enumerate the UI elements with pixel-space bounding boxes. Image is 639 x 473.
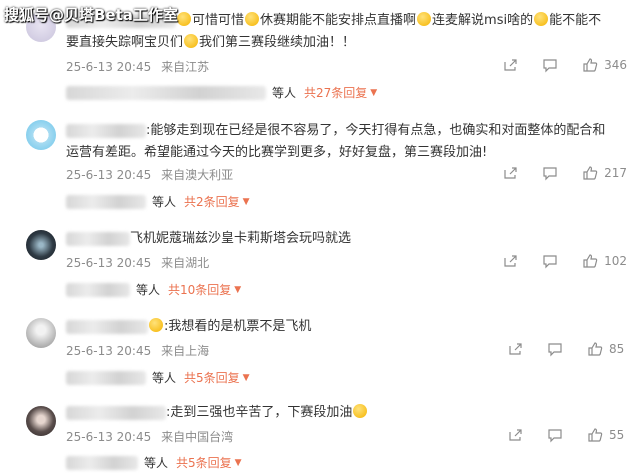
avatar[interactable] [26, 120, 56, 150]
reply-summary: 等人 共10条回复 ▼ [66, 281, 241, 298]
timestamp: 25-6-13 20:45 [66, 344, 152, 358]
location: 来自湖北 [161, 256, 210, 270]
comment-body: 飞机妮蔻瑞兹沙皇卡莉斯塔会玩吗就选 [130, 231, 352, 246]
comment-item: :走到三强也辛苦了，下赛段加油 25-6-13 20:45 来自中国台湾 55 … [0, 394, 639, 473]
view-replies-link[interactable]: 共27条回复 [304, 84, 367, 101]
emoji-icon [353, 404, 368, 418]
share-icon[interactable] [507, 341, 523, 357]
like-count: 102 [604, 254, 627, 268]
comment-actions: 55 [483, 427, 627, 443]
comment-actions: 85 [483, 341, 627, 357]
comment-icon[interactable] [547, 341, 563, 357]
username-blurred[interactable] [66, 123, 146, 138]
username-blurred[interactable] [66, 231, 130, 246]
comment-meta: 25-6-13 20:45 来自江苏 [66, 58, 209, 75]
avatar[interactable] [26, 406, 56, 436]
timestamp: 25-6-13 20:45 [66, 256, 152, 270]
comment-item: 飞机妮蔻瑞兹沙皇卡莉斯塔会玩吗就选 25-6-13 20:45 来自湖北 102… [0, 218, 639, 306]
comment-icon[interactable] [542, 165, 558, 181]
timestamp: 25-6-13 20:45 [66, 430, 152, 444]
share-icon[interactable] [502, 253, 518, 269]
like-icon[interactable] [587, 427, 603, 443]
reply-who: 等人 [152, 371, 177, 385]
reply-summary: 等人 共5条回复 ▼ [66, 369, 250, 386]
comment-body: :能够走到现在已经是很不容易了，今天打得有点急，也确实和对面整体的配合和运营有差… [66, 123, 606, 160]
comment-body: :走到三强也辛苦了，下赛段加油 [166, 405, 353, 420]
comment-actions: 217 [478, 165, 627, 181]
comment-item: :能够走到现在已经是很不容易了，今天打得有点急，也确实和对面整体的配合和运营有差… [0, 108, 639, 218]
emoji-icon [184, 34, 199, 48]
avatar[interactable] [26, 318, 56, 348]
like-count: 85 [609, 342, 625, 356]
comment-icon[interactable] [547, 427, 563, 443]
like-icon[interactable] [582, 253, 598, 269]
comment-text-part: 我们第三赛段继续加油！！ [199, 35, 356, 50]
comment-meta: 25-6-13 20:45 来自湖北 [66, 254, 209, 271]
reply-who: 等人 [136, 283, 161, 297]
comment-text-part: 可惜可惜 [192, 13, 245, 28]
comment-meta: 25-6-13 20:45 来自中国台湾 [66, 428, 233, 445]
emoji-icon [177, 12, 191, 26]
comment-text: :走到三强也辛苦了，下赛段加油 [66, 402, 613, 424]
emoji-icon [245, 12, 260, 26]
comment-text: :能够走到现在已经是很不容易了，今天打得有点急，也确实和对面整体的配合和运营有差… [66, 120, 613, 164]
reply-users-blurred[interactable] [66, 85, 266, 100]
reply-summary: 等人 共27条回复 ▼ [66, 84, 377, 101]
view-replies-link[interactable]: 共5条回复 [184, 369, 240, 386]
timestamp: 25-6-13 20:45 [66, 60, 152, 74]
location: 来自澳大利亚 [161, 168, 234, 182]
reply-summary: 等人 共5条回复 ▼ [66, 454, 242, 471]
username-blurred[interactable] [66, 405, 166, 420]
share-icon[interactable] [502, 57, 518, 73]
reply-who: 等人 [272, 86, 297, 100]
reply-who: 等人 [152, 195, 177, 209]
avatar[interactable] [26, 230, 56, 260]
comment-actions: 102 [478, 253, 627, 269]
view-replies-link[interactable]: 共5条回复 [176, 454, 232, 471]
view-replies-link[interactable]: 共2条回复 [184, 193, 240, 210]
comment-icon[interactable] [542, 253, 558, 269]
chevron-down-icon[interactable]: ▼ [370, 88, 377, 98]
emoji-icon [149, 318, 163, 332]
like-icon[interactable] [582, 165, 598, 181]
share-icon[interactable] [507, 427, 523, 443]
comment-meta: 25-6-13 20:45 来自上海 [66, 342, 209, 359]
comment-text-part: 连麦解说msi啥的 [432, 13, 534, 28]
reply-users-blurred[interactable] [66, 194, 146, 209]
chevron-down-icon[interactable]: ▼ [234, 285, 241, 295]
share-icon[interactable] [502, 165, 518, 181]
chevron-down-icon[interactable]: ▼ [235, 458, 242, 468]
view-replies-link[interactable]: 共10条回复 [168, 281, 231, 298]
location: 来自江苏 [161, 60, 210, 74]
emoji-icon [417, 12, 432, 26]
reply-who: 等人 [144, 456, 169, 470]
like-icon[interactable] [582, 57, 598, 73]
reply-users-blurred[interactable] [66, 455, 138, 470]
comment-text: :我想看的是机票不是飞机 [66, 316, 613, 338]
comment-actions: 346 [478, 57, 627, 73]
location: 来自中国台湾 [161, 430, 234, 444]
reply-users-blurred[interactable] [66, 282, 130, 297]
comment-icon[interactable] [542, 57, 558, 73]
like-count: 346 [604, 58, 627, 72]
like-count: 55 [609, 428, 625, 442]
watermark: 搜狐号@贝塔Beta工作室 [4, 6, 178, 24]
comment-meta: 25-6-13 20:45 来自澳大利亚 [66, 166, 233, 183]
comment-text-part: 休赛期能不能安排点直播啊 [260, 13, 417, 28]
location: 来自上海 [161, 344, 210, 358]
reply-users-blurred[interactable] [66, 370, 146, 385]
emoji-icon [534, 12, 549, 26]
comment-body: :我想看的是机票不是飞机 [164, 319, 312, 334]
chevron-down-icon[interactable]: ▼ [243, 197, 250, 207]
comment-item: :我想看的是机票不是飞机 25-6-13 20:45 来自上海 85 等人 共5… [0, 306, 639, 394]
timestamp: 25-6-13 20:45 [66, 168, 152, 182]
reply-summary: 等人 共2条回复 ▼ [66, 193, 250, 210]
like-icon[interactable] [587, 341, 603, 357]
username-blurred[interactable] [66, 319, 148, 334]
like-count: 217 [604, 166, 627, 180]
chevron-down-icon[interactable]: ▼ [243, 373, 250, 383]
comment-text: 飞机妮蔻瑞兹沙皇卡莉斯塔会玩吗就选 [66, 228, 613, 250]
